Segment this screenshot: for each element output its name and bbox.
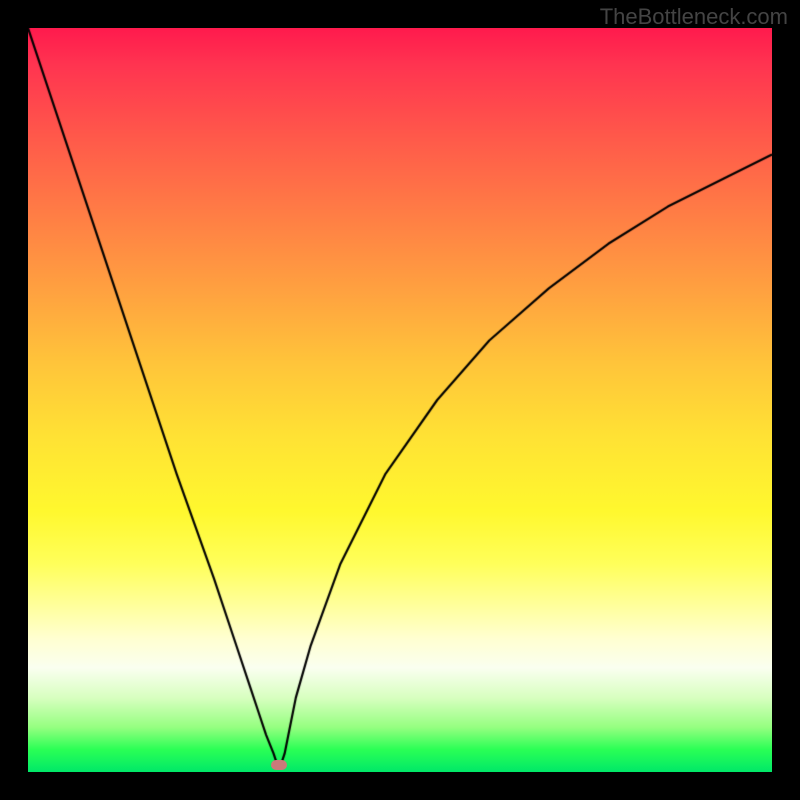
optimal-point-marker — [271, 760, 287, 770]
bottleneck-curve — [28, 28, 772, 772]
plot-area — [28, 28, 772, 772]
chart-container: TheBottleneck.com — [0, 0, 800, 800]
watermark-text: TheBottleneck.com — [600, 4, 788, 30]
